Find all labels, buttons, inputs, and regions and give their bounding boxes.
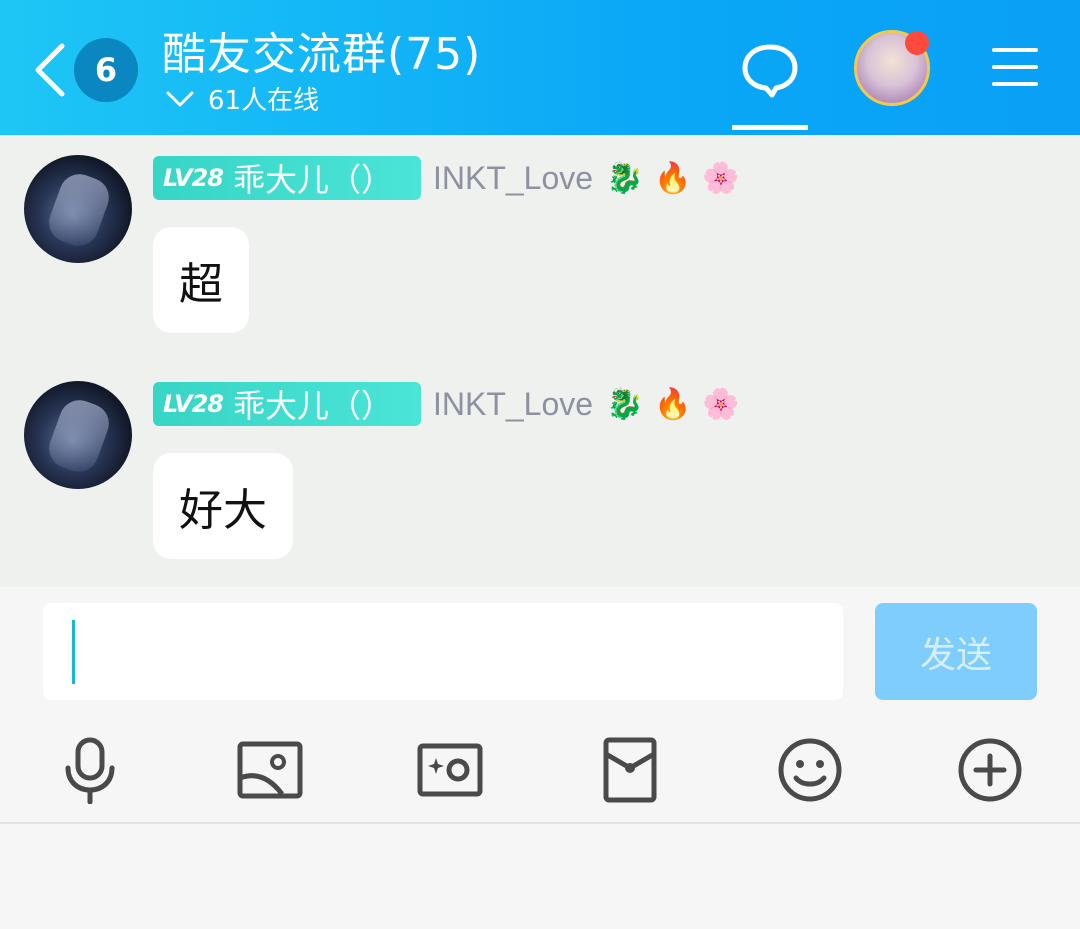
image-button[interactable]: [236, 736, 304, 804]
red-packet-icon: [603, 737, 657, 803]
member-title-tag: 乖大儿（）: [232, 161, 393, 199]
page-title[interactable]: 酷友交流群(75): [162, 18, 481, 82]
dragon-badge-icon: 🐉: [606, 386, 644, 422]
active-tab-indicator: [732, 125, 808, 130]
bottom-panel: [0, 824, 1080, 929]
microphone-icon: [65, 737, 115, 805]
camera-button[interactable]: [416, 736, 484, 804]
message-meta: LV28 乖大儿（） INKT_Love 🐉 🔥 🌸: [153, 381, 749, 427]
red-packet-button[interactable]: [596, 736, 664, 804]
camera-icon: [417, 743, 483, 797]
username[interactable]: INKT_Love: [433, 160, 593, 197]
voice-button[interactable]: [56, 736, 124, 805]
unread-count-badge: 6: [74, 38, 138, 102]
menu-button[interactable]: [992, 48, 1038, 88]
emoji-icon: [778, 738, 842, 802]
flower-face-badge-icon: 🌸: [702, 160, 740, 196]
group-avatar[interactable]: [854, 30, 930, 106]
hamburger-icon-line: [992, 82, 1038, 86]
hamburger-icon-line: [992, 48, 1038, 52]
fire-badge-icon: 🔥: [654, 386, 692, 422]
online-count[interactable]: 61人在线: [164, 80, 319, 117]
member-title-tag: 乖大儿（）: [232, 387, 393, 425]
chat-header: 6 酷友交流群(75) 61人在线: [0, 0, 1080, 135]
plus-circle-icon: [958, 738, 1022, 802]
tab-chat[interactable]: [732, 30, 808, 130]
input-toolbar: [0, 712, 1080, 822]
message-meta: LV28 乖大儿（） INKT_Love 🐉 🔥 🌸: [153, 155, 749, 201]
send-button[interactable]: 发送: [875, 603, 1037, 700]
level-tag[interactable]: LV28 乖大儿（）: [153, 156, 421, 200]
notification-dot: [905, 31, 929, 55]
dragon-badge-icon: 🐉: [606, 160, 644, 196]
emoji-button[interactable]: [776, 736, 844, 804]
more-button[interactable]: [956, 736, 1024, 804]
chat-bubble-icon: [742, 44, 798, 98]
back-button[interactable]: 6: [28, 30, 143, 110]
user-avatar[interactable]: [24, 155, 132, 263]
message-list[interactable]: LV28 乖大儿（） INKT_Love 🐉 🔥 🌸 超 LV28 乖大儿（） …: [0, 135, 1080, 587]
user-avatar[interactable]: [24, 381, 132, 489]
online-count-label: 61人在线: [208, 86, 320, 116]
fire-badge-icon: 🔥: [654, 160, 692, 196]
composer-bar: 发送: [0, 587, 1080, 712]
hamburger-icon-line: [992, 65, 1038, 69]
message-input[interactable]: [43, 603, 843, 700]
level-label: LV28: [163, 164, 224, 192]
level-tag[interactable]: LV28 乖大儿（）: [153, 382, 421, 426]
badge-icons: 🐉 🔥 🌸: [605, 158, 749, 198]
message-bubble[interactable]: 好大: [153, 453, 293, 559]
level-label: LV28: [163, 390, 224, 418]
chevron-left-icon: [35, 43, 65, 97]
text-caret: [72, 620, 75, 684]
message-bubble[interactable]: 超: [153, 227, 249, 333]
chevron-down-icon: [166, 91, 194, 106]
username[interactable]: INKT_Love: [433, 386, 593, 423]
image-icon: [237, 741, 303, 799]
badge-icons: 🐉 🔥 🌸: [605, 384, 749, 424]
flower-face-badge-icon: 🌸: [702, 386, 740, 422]
